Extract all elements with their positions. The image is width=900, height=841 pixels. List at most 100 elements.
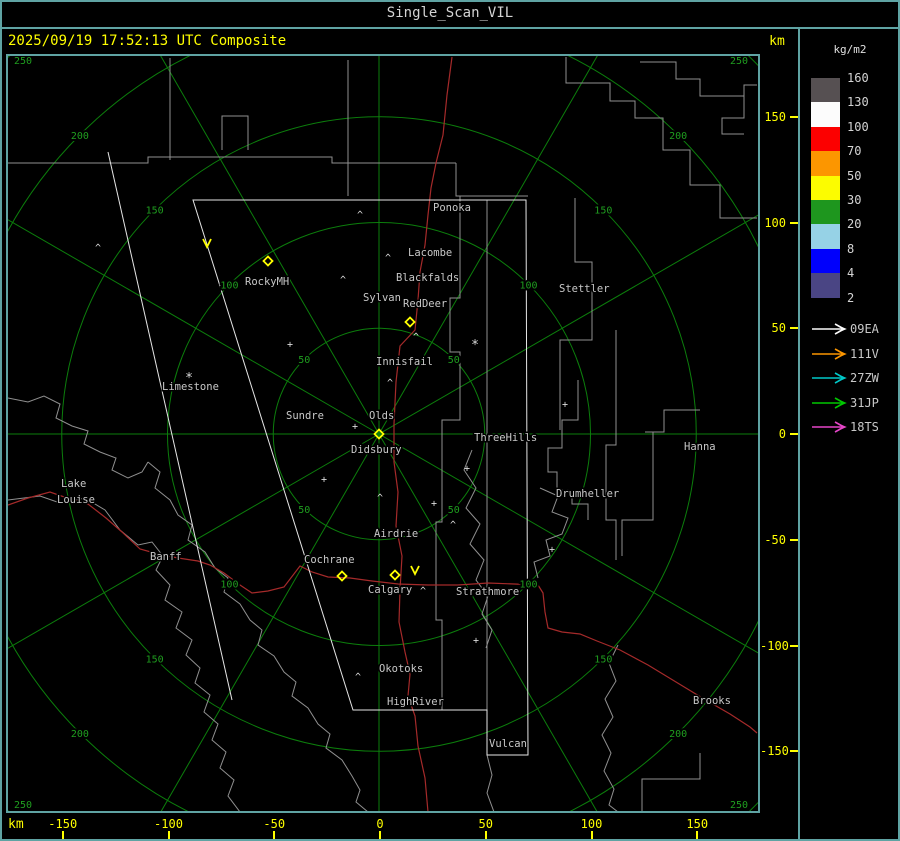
radar-viewer-window: Single_Scan_VIL 2025/09/19 17:52:13 UTC … [0, 0, 900, 841]
ring-distance-label: 100 [520, 580, 538, 591]
right-axis-tick-label: -100 [760, 638, 789, 653]
ring-distance-label: 150 [594, 206, 612, 217]
plus-marker: + [321, 475, 327, 486]
city-label: Drumheller [556, 488, 619, 500]
legend-color-swatch [811, 78, 840, 103]
city-label: Stettler [559, 283, 610, 295]
station-arrow-icon [812, 372, 847, 384]
caret-marker: ^ [385, 253, 391, 264]
legend-color-swatch [811, 273, 840, 298]
bottom-axis-tick-label: 100 [580, 817, 603, 831]
plus-marker: + [464, 464, 470, 475]
city-label: Lacombe [408, 247, 452, 259]
legend-color-swatch [811, 151, 840, 176]
ring-distance-label: 50 [448, 505, 460, 516]
plus-marker: + [473, 636, 479, 647]
plus-marker: + [562, 400, 568, 411]
city-label: Calgary [368, 584, 412, 596]
legend-scale-value: 50 [847, 168, 862, 183]
radar-map-canvas[interactable]: 50 50 50 50 100 100 100 100 150 150 150 150 200 200 20… [8, 56, 758, 811]
legend-color-swatch [811, 175, 840, 200]
caret-marker: ^ [95, 243, 101, 254]
legend-unit-label: kg/m2 [833, 43, 867, 56]
right-axis-tick-label: 0 [778, 427, 786, 441]
legend-scale-value: 20 [847, 217, 862, 232]
caret-marker: ^ [377, 493, 383, 504]
station-id-label: 27ZW [850, 371, 879, 386]
legend-scale-value: 100 [847, 119, 869, 134]
scan-timestamp: 2025/09/19 17:52:13 UTC Composite [8, 33, 287, 49]
right-axis-tick [790, 644, 798, 647]
bottom-axis-tick [167, 831, 170, 839]
ring-distance-label: 200 [669, 729, 687, 740]
city-label: Cochrane [304, 554, 355, 566]
legend-scale-value: 8 [847, 241, 855, 256]
city-label: Banff [150, 551, 182, 563]
bottom-axis-tick [61, 831, 64, 839]
city-label: Blackfalds [396, 272, 459, 284]
legend-color-swatch [811, 248, 840, 274]
ring-distance-label: 200 [669, 131, 687, 142]
bottom-axis-tick-label: 0 [376, 817, 384, 831]
bottom-axis-tick [379, 831, 381, 839]
city-label: RockyMH [245, 276, 289, 288]
right-axis-tick [790, 115, 798, 118]
plus-marker: + [549, 545, 555, 556]
station-id-label: 09EA [850, 322, 879, 336]
ring-distance-label: 50 [298, 355, 310, 366]
legend-scale-value: 30 [847, 193, 862, 207]
right-axis-tick [790, 538, 798, 541]
caret-marker: ^ [357, 210, 363, 221]
plus-marker: + [431, 499, 437, 510]
ring-distance-label: 250 [14, 800, 32, 811]
plus-marker: + [352, 422, 358, 433]
station-arrow-icon [812, 397, 847, 409]
legend-scale-value: 130 [847, 95, 869, 110]
legend-scale-value: 4 [847, 266, 855, 281]
ring-distance-label: 150 [146, 654, 164, 665]
bottom-axis-tick [590, 831, 593, 839]
right-axis-tick-label: 150 [764, 109, 786, 124]
ring-distance-label: 50 [448, 355, 460, 366]
station-arrow-icon [812, 323, 847, 335]
city-label: Innisfail [376, 356, 433, 368]
bottom-axis: km -150 -100 -50 0 50 100 150 [0, 813, 798, 841]
station-id-label: 111V [850, 346, 879, 361]
ring-distance-label: 200 [71, 131, 89, 142]
ring-distance-label: 50 [298, 505, 310, 516]
legend-panel: kg/m2 160 130 100 70 50 30 20 8 4 2 09EA 111V 27ZW 3… [798, 29, 900, 841]
legend-color-swatch [811, 102, 840, 127]
station-id-label: 18TS [850, 420, 879, 435]
bottom-axis-tick [484, 831, 487, 839]
legend-station-row: 111V [800, 346, 900, 362]
legend-color-swatch [811, 126, 840, 152]
city-label: Brooks [693, 695, 731, 707]
station-arrow-icon [812, 421, 847, 434]
right-axis: 150 100 50 0 -50 -100 -150 [760, 54, 798, 813]
city-label: ThreeHills [474, 432, 537, 444]
city-label: Louise [57, 494, 95, 506]
caret-marker: ^ [450, 520, 456, 531]
ring-distance-label: 100 [220, 580, 238, 591]
city-label: Hanna [684, 441, 716, 453]
city-label: Airdrie [374, 528, 418, 540]
right-axis-unit-label: km [769, 34, 785, 49]
right-axis-tick-label: 50 [771, 321, 786, 336]
legend-scale-value: 70 [847, 144, 862, 159]
city-label: Sylvan [363, 292, 401, 304]
radar-map[interactable]: 50 50 50 50 100 100 100 100 150 150 150 150 200 200 20… [6, 54, 760, 813]
city-label: Didsbury [351, 444, 402, 456]
city-label: Ponoka [433, 202, 471, 214]
bottom-axis-tick [273, 831, 276, 839]
legend-scale-value: 160 [847, 71, 869, 85]
legend-color-swatch [811, 200, 840, 225]
station-id-label: 31JP [850, 395, 879, 410]
plus-marker: + [287, 340, 293, 351]
caret-marker: ^ [340, 275, 346, 286]
ring-distance-label: 250 [730, 56, 748, 67]
bottom-axis-tick [696, 831, 699, 839]
right-axis-tick-label: 100 [764, 215, 786, 230]
asterisk-marker: * [471, 338, 479, 353]
asterisk-marker: * [185, 371, 193, 386]
legend-scale-value: 2 [847, 290, 855, 305]
